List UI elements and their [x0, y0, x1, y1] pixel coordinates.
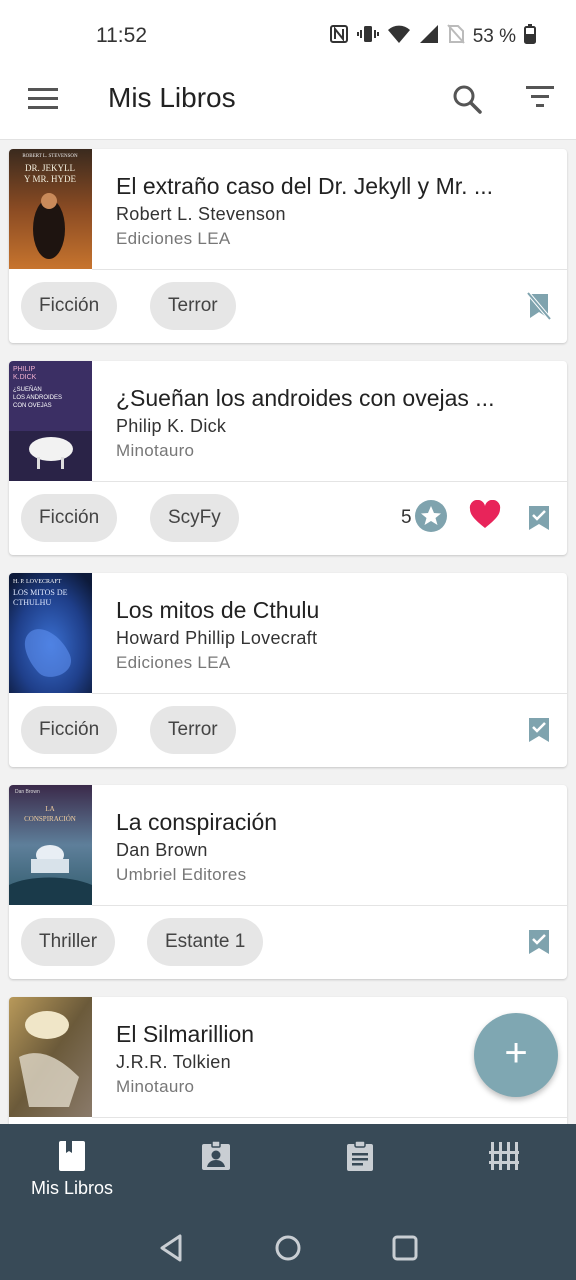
svg-text:Dan Brown: Dan Brown	[15, 789, 40, 795]
plus-icon: +	[504, 1031, 528, 1075]
book-title: La conspiración	[116, 809, 278, 835]
book-publisher: Umbriel Editores	[116, 865, 247, 884]
book-card[interactable]: PHILIP K.DICK ¿SUEÑAN LOS ANDROIDES CON …	[9, 361, 567, 555]
status-time: 11:52	[96, 24, 147, 47]
page-title: Mis Libros	[108, 82, 236, 113]
system-navigation	[0, 1220, 576, 1280]
book-list[interactable]: ROBERT L. STEVENSON DR. JEKYLL Y MR. HYD…	[0, 140, 576, 1124]
nav-item-mis-libros[interactable]: Mis Libros	[0, 1124, 144, 1220]
svg-text:ROBERT L. STEVENSON: ROBERT L. STEVENSON	[22, 154, 78, 159]
tag-chip[interactable]: ScyFy	[150, 494, 239, 542]
contact-card-icon	[202, 1140, 230, 1170]
book-card[interactable]: ROBERT L. STEVENSON DR. JEKYLL Y MR. HYD…	[9, 149, 567, 343]
book-cover: ROBERT L. STEVENSON DR. JEKYLL Y MR. HYD…	[9, 149, 92, 269]
svg-text:PHILIP: PHILIP	[13, 366, 36, 373]
nav-item-contacts[interactable]	[144, 1124, 288, 1220]
book-info: ¿Sueñan los androides con ovejas ... Phi…	[92, 361, 567, 481]
tag-chip[interactable]: Ficción	[21, 494, 118, 542]
tag-chip[interactable]: Thriller	[21, 918, 116, 966]
svg-text:LOS MITOS DE: LOS MITOS DE	[13, 588, 68, 597]
svg-text:CTHULHU: CTHULHU	[13, 598, 51, 607]
tag-chip[interactable]: Terror	[150, 706, 236, 754]
status-icons: 53 %	[329, 24, 536, 50]
bookmark-check-icon[interactable]	[527, 928, 551, 956]
book-title: ¿Sueñan los androides con ovejas ...	[116, 385, 495, 411]
book-publisher: Ediciones LEA	[116, 229, 231, 248]
home-icon[interactable]	[272, 1232, 304, 1264]
vibrate-icon	[356, 24, 379, 50]
book-cover: Dan Brown LA CONSPIRACIÓN	[9, 785, 92, 905]
svg-text:¿SUEÑAN: ¿SUEÑAN	[13, 386, 42, 393]
book-cover: H. P. LOVECRAFT LOS MITOS DE CTHULHU	[9, 573, 92, 693]
clipboard-icon	[347, 1140, 373, 1171]
book-card[interactable]: H. P. LOVECRAFT LOS MITOS DE CTHULHU Los…	[9, 573, 567, 767]
search-icon[interactable]	[450, 82, 486, 118]
shelves-icon	[489, 1142, 519, 1170]
recents-icon[interactable]	[389, 1232, 421, 1264]
card-footer: Ficción Terror	[9, 270, 567, 343]
tag-chip[interactable]: Estante 1	[147, 918, 264, 966]
book-card[interactable]: Dan Brown LA CONSPIRACIÓN La conspiració…	[9, 785, 567, 979]
nfc-icon	[329, 24, 349, 50]
app-bar: Mis Libros	[0, 72, 576, 140]
svg-text:LA: LA	[45, 805, 54, 813]
book-publisher: Minotauro	[116, 1077, 195, 1096]
filter-icon[interactable]	[524, 86, 556, 114]
book-title: Los mitos de Cthulu	[116, 597, 320, 623]
book-author: Howard Phillip Lovecraft	[116, 628, 318, 648]
book-author: Robert L. Stevenson	[116, 204, 286, 224]
book-author: Dan Brown	[116, 840, 208, 860]
nav-item-lists[interactable]	[288, 1124, 432, 1220]
book-cover: PHILIP K.DICK ¿SUEÑAN LOS ANDROIDES CON …	[9, 361, 92, 481]
menu-icon[interactable]	[28, 88, 58, 112]
book-publisher: Minotauro	[116, 441, 195, 460]
nav-label: Mis Libros	[30, 1178, 114, 1198]
svg-text:DR. JEKYLL: DR. JEKYLL	[25, 163, 75, 173]
book-cover	[9, 997, 92, 1117]
card-footer: Thriller Estante 1	[9, 906, 567, 979]
book-info: El extraño caso del Dr. Jekyll y Mr. ...…	[92, 149, 567, 269]
back-icon[interactable]	[156, 1232, 188, 1264]
book-info: Los mitos de Cthulu Howard Phillip Lovec…	[92, 573, 567, 693]
svg-text:K.DICK: K.DICK	[13, 374, 37, 381]
bookmark-off-icon[interactable]	[527, 292, 551, 320]
no-sim-icon	[446, 24, 465, 50]
add-book-button[interactable]: +	[474, 1013, 558, 1097]
card-footer: Ficción Terror	[9, 694, 567, 767]
book-title: El extraño caso del Dr. Jekyll y Mr. ...	[116, 173, 494, 199]
card-footer: Ficción ScyFy 5	[9, 482, 567, 555]
bookmark-check-icon[interactable]	[527, 504, 551, 532]
nav-item-shelves[interactable]	[432, 1124, 576, 1220]
bottom-navigation: Mis Libros	[0, 1124, 576, 1220]
bookmark-check-icon[interactable]	[527, 716, 551, 744]
tag-chip[interactable]: Ficción	[21, 282, 118, 330]
svg-text:CON OVEJAS: CON OVEJAS	[13, 403, 52, 409]
book-author: J.R.R. Tolkien	[116, 1052, 231, 1072]
battery-icon	[524, 24, 536, 50]
heart-icon[interactable]	[469, 500, 501, 530]
status-bar: 11:52 53 %	[0, 0, 576, 72]
svg-text:H. P. LOVECRAFT: H. P. LOVECRAFT	[13, 579, 62, 585]
signal-icon	[419, 24, 439, 50]
book-title: El Silmarillion	[116, 1021, 255, 1047]
book-info: La conspiración Dan Brown Umbriel Editor…	[92, 785, 567, 905]
svg-text:LOS ANDROIDES: LOS ANDROIDES	[13, 395, 62, 401]
svg-text:CONSPIRACIÓN: CONSPIRACIÓN	[24, 815, 76, 823]
rating-value: 5	[401, 507, 412, 528]
tag-chip[interactable]: Ficción	[21, 706, 118, 754]
book-publisher: Ediciones LEA	[116, 653, 231, 672]
svg-text:Y MR. HYDE: Y MR. HYDE	[24, 174, 76, 184]
star-icon[interactable]	[415, 500, 447, 532]
battery-percent: 53 %	[472, 26, 516, 47]
card-divider	[92, 1117, 567, 1118]
book-icon	[59, 1141, 85, 1171]
wifi-icon	[387, 24, 411, 50]
book-author: Philip K. Dick	[116, 416, 227, 436]
tag-chip[interactable]: Terror	[150, 282, 236, 330]
